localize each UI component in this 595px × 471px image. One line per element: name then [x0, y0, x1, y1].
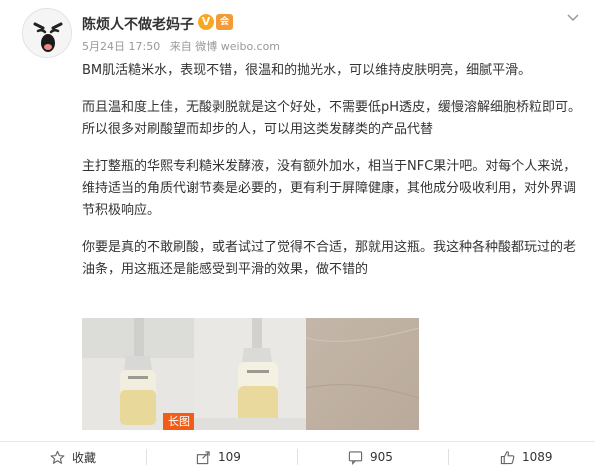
- post-body: BM肌活糙米水，表现不错，很温和的抛光水，可以维持皮肤明亮，细腻平滑。 而且温和…: [82, 60, 582, 296]
- serum-bottle-image: [194, 318, 307, 430]
- toolbar-separator: [448, 449, 449, 465]
- weibo-post-card: 陈烦人不做老妈子 V 会 5月24日 17:50 来自 微博 weibo.com…: [0, 0, 595, 471]
- post-paragraph: 主打整瓶的华熙专利糙米发酵液，没有额外加水，相当于NFC果汁吧。对每个人来说，维…: [82, 159, 577, 218]
- post-source[interactable]: 来自 微博 weibo.com: [170, 40, 280, 53]
- toolbar-divider: [0, 441, 595, 442]
- favorite-button[interactable]: 收藏: [50, 448, 96, 466]
- post-image-1[interactable]: 长图: [82, 318, 195, 430]
- chevron-down-icon[interactable]: [565, 10, 581, 26]
- post-image-2[interactable]: [194, 318, 307, 430]
- post-meta: 5月24日 17:50 来自 微博 weibo.com: [82, 38, 286, 54]
- skin-texture-image: [306, 318, 419, 430]
- post-date[interactable]: 5月24日 17:50: [82, 40, 160, 53]
- share-count: 109: [218, 450, 241, 464]
- share-icon: [196, 450, 210, 464]
- comment-icon: [348, 450, 363, 465]
- star-icon: [50, 450, 65, 464]
- comment-count: 905: [370, 450, 393, 464]
- vip-badge: 会: [216, 14, 233, 30]
- post-image-3[interactable]: [306, 318, 419, 430]
- verified-badge: V: [198, 14, 214, 30]
- avatar[interactable]: [22, 8, 72, 58]
- long-image-tag: 长图: [163, 413, 195, 430]
- author-name[interactable]: 陈烦人不做老妈子: [82, 14, 194, 34]
- comment-button[interactable]: 905: [348, 448, 393, 466]
- share-button[interactable]: 109: [196, 448, 241, 466]
- like-button[interactable]: 1089: [500, 448, 553, 466]
- post-paragraph: BM肌活糙米水，表现不错，很温和的抛光水，可以维持皮肤明亮，细腻平滑。: [82, 63, 532, 78]
- thumbs-up-icon: [500, 450, 515, 464]
- toolbar-separator: [146, 449, 147, 465]
- post-paragraph: 而且温和度上佳，无酸剥脱就是这个好处，不需要低pH透皮，缓慢溶解细胞桥粒即可。所…: [82, 100, 582, 137]
- post-paragraph: 你要是真的不敢刷酸，或者试过了觉得不合适，那就用这瓶。我这种各种酸都玩过的老油条…: [82, 240, 577, 277]
- avatar-face-icon: [23, 9, 71, 57]
- like-count: 1089: [522, 450, 553, 464]
- toolbar-separator: [297, 449, 298, 465]
- favorite-label: 收藏: [72, 450, 97, 465]
